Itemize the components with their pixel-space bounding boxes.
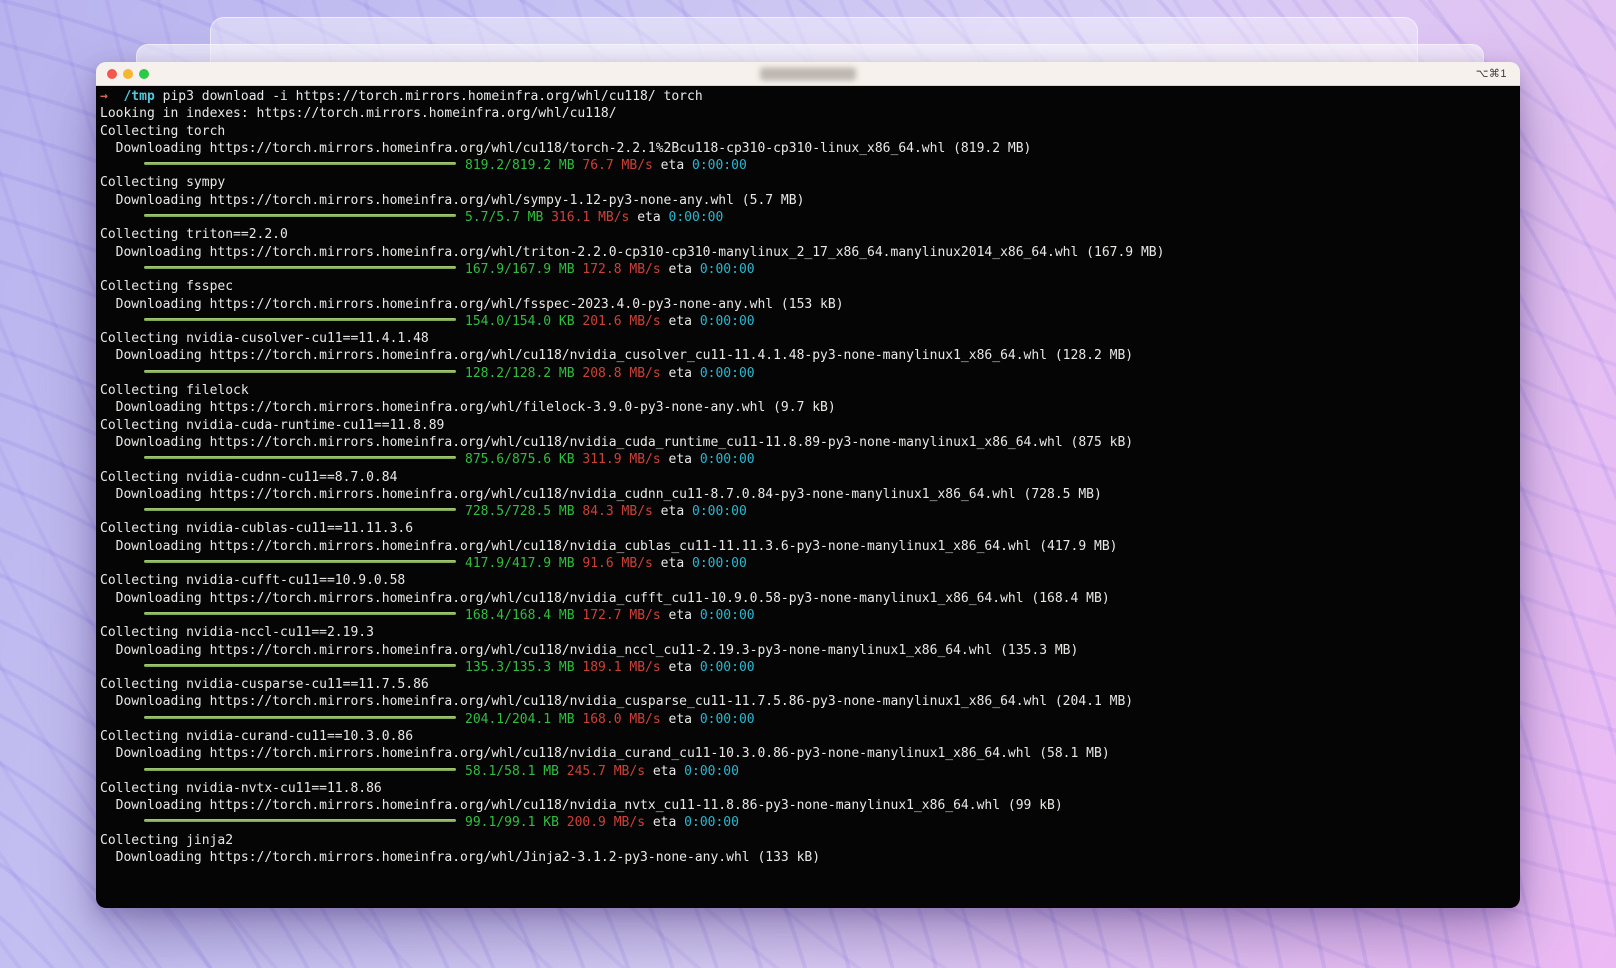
terminal-line: → /tmp pip3 download -i https://torch.mi… xyxy=(100,89,703,104)
terminal-line: Downloading https://torch.mirrors.homein… xyxy=(100,244,1165,260)
zoom-button[interactable] xyxy=(139,68,149,79)
terminal-line: Collecting jinja2 xyxy=(100,832,234,848)
progress-line: 135.3/135.3 MB 189.1 MB/s eta 0:00:00 xyxy=(100,659,1520,676)
progress-bar xyxy=(144,663,456,667)
progress-bar xyxy=(144,162,456,166)
terminal-line: Downloading https://torch.mirrors.homein… xyxy=(100,140,1032,156)
window-titlebar[interactable]: ⌥⌘1 xyxy=(96,62,1520,86)
terminal-line: Collecting nvidia-cusolver-cu11==11.4.1.… xyxy=(100,331,429,347)
terminal-line: Downloading https://torch.mirrors.homein… xyxy=(100,192,805,208)
terminal-line: Downloading https://torch.mirrors.homein… xyxy=(100,642,1079,658)
terminal-line: Collecting nvidia-cublas-cu11==11.11.3.6 xyxy=(100,521,414,537)
terminal-line: Collecting nvidia-nvtx-cu11==11.8.86 xyxy=(100,780,382,796)
terminal-line: Collecting nvidia-cudnn-cu11==8.7.0.84 xyxy=(100,469,398,485)
terminal-line: Downloading https://torch.mirrors.homein… xyxy=(100,348,1134,364)
progress-line: 154.0/154.0 KB 201.6 MB/s eta 0:00:00 xyxy=(100,313,1520,330)
terminal-line: Downloading https://torch.mirrors.homein… xyxy=(100,486,1102,502)
progress-line: 875.6/875.6 KB 311.9 MB/s eta 0:00:00 xyxy=(100,451,1520,468)
terminal-line: Collecting fsspec xyxy=(100,279,234,295)
progress-line: 417.9/417.9 MB 91.6 MB/s eta 0:00:00 xyxy=(100,555,1520,572)
tab-shortcut-badge: ⌥⌘1 xyxy=(1475,68,1507,80)
progress-line: 5.7/5.7 MB 316.1 MB/s eta 0:00:00 xyxy=(100,209,1520,226)
terminal-line: Collecting nvidia-cuda-runtime-cu11==11.… xyxy=(100,417,445,433)
progress-line: 128.2/128.2 MB 208.8 MB/s eta 0:00:00 xyxy=(100,365,1520,382)
close-button[interactable] xyxy=(107,68,117,79)
progress-bar xyxy=(144,611,456,615)
terminal-line: Downloading https://torch.mirrors.homein… xyxy=(100,590,1110,606)
progress-line: 58.1/58.1 MB 245.7 MB/s eta 0:00:00 xyxy=(100,763,1520,780)
progress-line: 819.2/819.2 MB 76.7 MB/s eta 0:00:00 xyxy=(100,157,1520,174)
terminal-line: Collecting filelock xyxy=(100,383,249,399)
traffic-lights xyxy=(96,68,149,79)
terminal-line: Collecting nvidia-curand-cu11==10.3.0.86 xyxy=(100,728,414,744)
minimize-button[interactable] xyxy=(123,68,133,79)
terminal-line: Collecting torch xyxy=(100,123,226,139)
terminal-line: Downloading https://torch.mirrors.homein… xyxy=(100,798,1063,814)
terminal-line: Downloading https://torch.mirrors.homein… xyxy=(100,746,1110,762)
terminal-line: Collecting nvidia-cusparse-cu11==11.7.5.… xyxy=(100,677,429,693)
progress-bar xyxy=(144,317,456,321)
progress-line: 168.4/168.4 MB 172.7 MB/s eta 0:00:00 xyxy=(100,607,1520,624)
progress-line: 728.5/728.5 MB 84.3 MB/s eta 0:00:00 xyxy=(100,503,1520,520)
progress-bar xyxy=(144,819,456,823)
terminal-screen[interactable]: → /tmp pip3 download -i https://torch.mi… xyxy=(96,86,1520,908)
terminal-line: Downloading https://torch.mirrors.homein… xyxy=(100,434,1134,450)
progress-bar xyxy=(144,456,456,460)
progress-line: 204.1/204.1 MB 168.0 MB/s eta 0:00:00 xyxy=(100,711,1520,728)
terminal-line: Downloading https://torch.mirrors.homein… xyxy=(100,296,844,312)
progress-line: 99.1/99.1 KB 200.9 MB/s eta 0:00:00 xyxy=(100,814,1520,831)
terminal-line: Collecting triton==2.2.0 xyxy=(100,227,288,243)
terminal-line: Downloading https://torch.mirrors.homein… xyxy=(100,538,1118,554)
terminal-line: Looking in indexes: https://torch.mirror… xyxy=(100,106,617,122)
progress-bar xyxy=(144,508,456,512)
terminal-line: Downloading https://torch.mirrors.homein… xyxy=(100,694,1134,710)
progress-bar xyxy=(144,369,456,373)
progress-bar xyxy=(144,560,456,564)
progress-bar xyxy=(144,767,456,771)
progress-bar xyxy=(144,214,456,218)
window-title-blurred xyxy=(760,67,856,80)
progress-bar xyxy=(144,265,456,269)
desktop-background: { "window": { "shortcut_badge": "⌥⌘1", "… xyxy=(0,0,1616,968)
terminal-line: Downloading https://torch.mirrors.homein… xyxy=(100,850,821,866)
progress-bar xyxy=(144,715,456,719)
progress-line: 167.9/167.9 MB 172.8 MB/s eta 0:00:00 xyxy=(100,261,1520,278)
terminal-line: Collecting nvidia-cufft-cu11==10.9.0.58 xyxy=(100,573,406,589)
terminal-line: Collecting nvidia-nccl-cu11==2.19.3 xyxy=(100,625,374,641)
terminal-window: ⌥⌘1 → /tmp pip3 download -i https://torc… xyxy=(96,62,1520,908)
terminal-line: Downloading https://torch.mirrors.homein… xyxy=(100,400,836,416)
terminal-line: Collecting sympy xyxy=(100,175,226,191)
